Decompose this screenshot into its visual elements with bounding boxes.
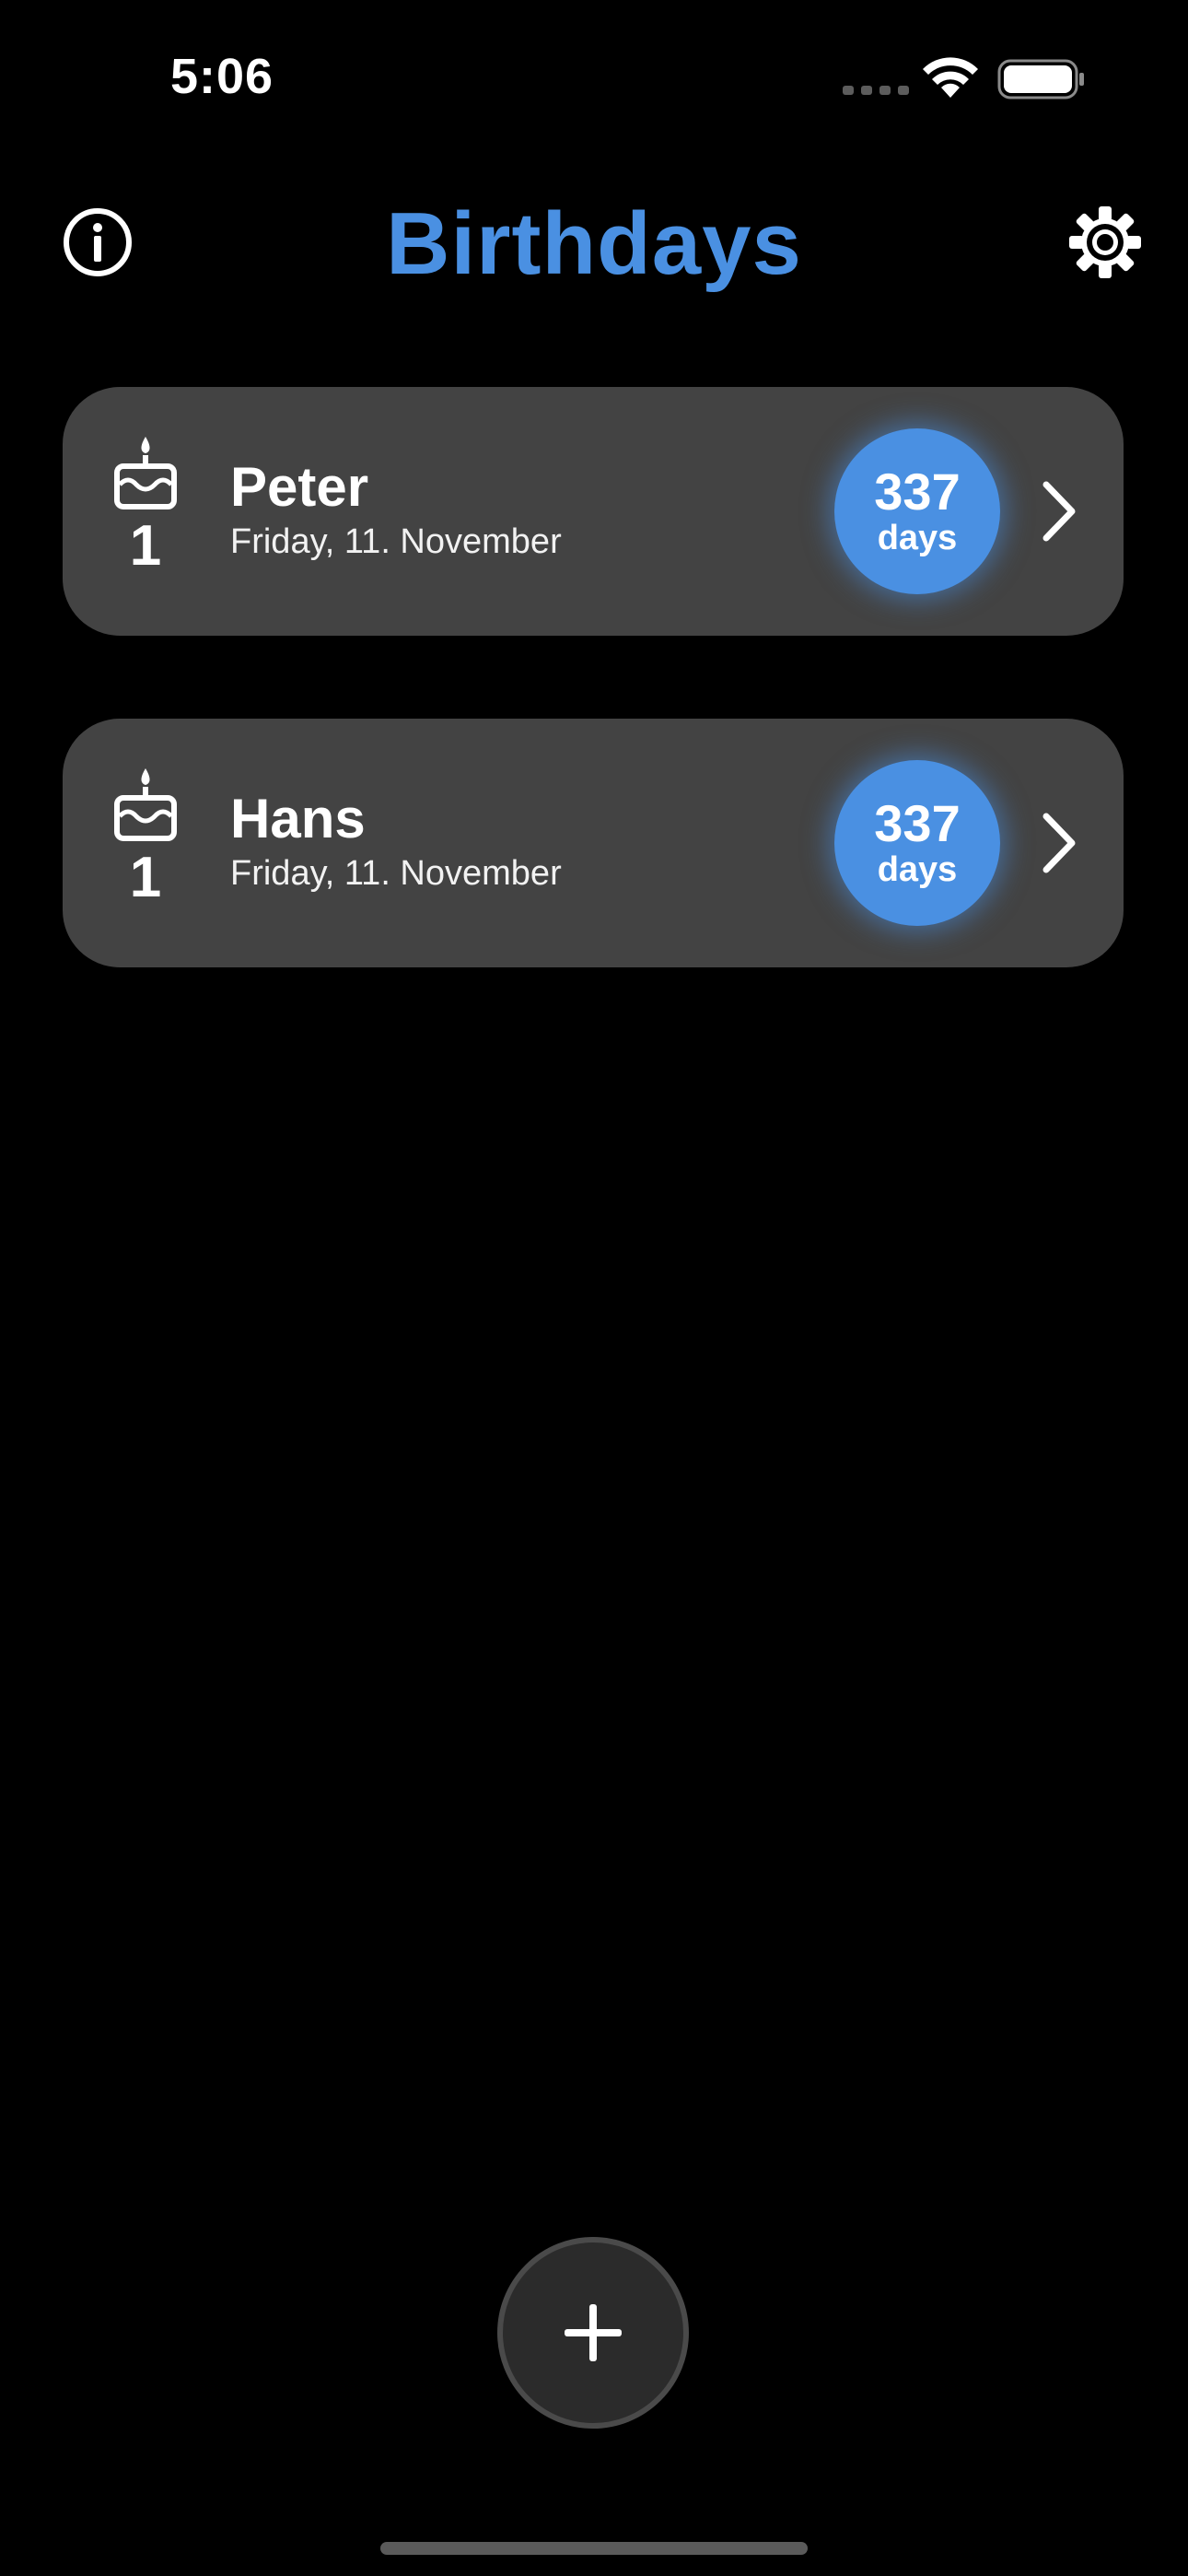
chevron-right-icon [1042,813,1076,873]
wifi-icon [923,57,978,98]
age-indicator: 1 [109,433,182,575]
plus-icon [565,2304,622,2361]
birthday-card[interactable]: 1 Peter Friday, 11. November 337 days [63,387,1124,636]
add-birthday-button[interactable] [497,2237,689,2429]
gear-icon [1069,206,1141,278]
signal-dots-icon [843,86,909,95]
age-number: 1 [129,514,162,578]
birthday-cake-icon [114,768,177,841]
status-time: 5:06 [170,49,274,104]
settings-button[interactable] [1064,201,1147,284]
app-header: Birthdays [0,184,1188,304]
days-count: 337 [874,794,961,852]
birthday-cake-icon [114,437,177,509]
birthday-date: Friday, 11. November [230,854,562,893]
battery-icon [997,59,1084,100]
days-unit: days [877,519,958,557]
chevron-right-icon [1042,481,1076,542]
person-name: Hans [230,788,366,849]
page-title: Birthdays [386,194,802,293]
person-name: Peter [230,456,369,518]
days-until-badge: 337 days [834,428,1000,594]
status-bar: 5:06 [0,0,1188,138]
days-count: 337 [874,463,961,521]
birthday-card[interactable]: 1 Hans Friday, 11. November 337 days [63,719,1124,967]
days-until-badge: 337 days [834,760,1000,926]
birthday-date: Friday, 11. November [230,522,562,561]
age-indicator: 1 [109,765,182,907]
age-number: 1 [129,846,162,909]
home-indicator[interactable] [380,2542,808,2555]
days-unit: days [877,850,958,889]
